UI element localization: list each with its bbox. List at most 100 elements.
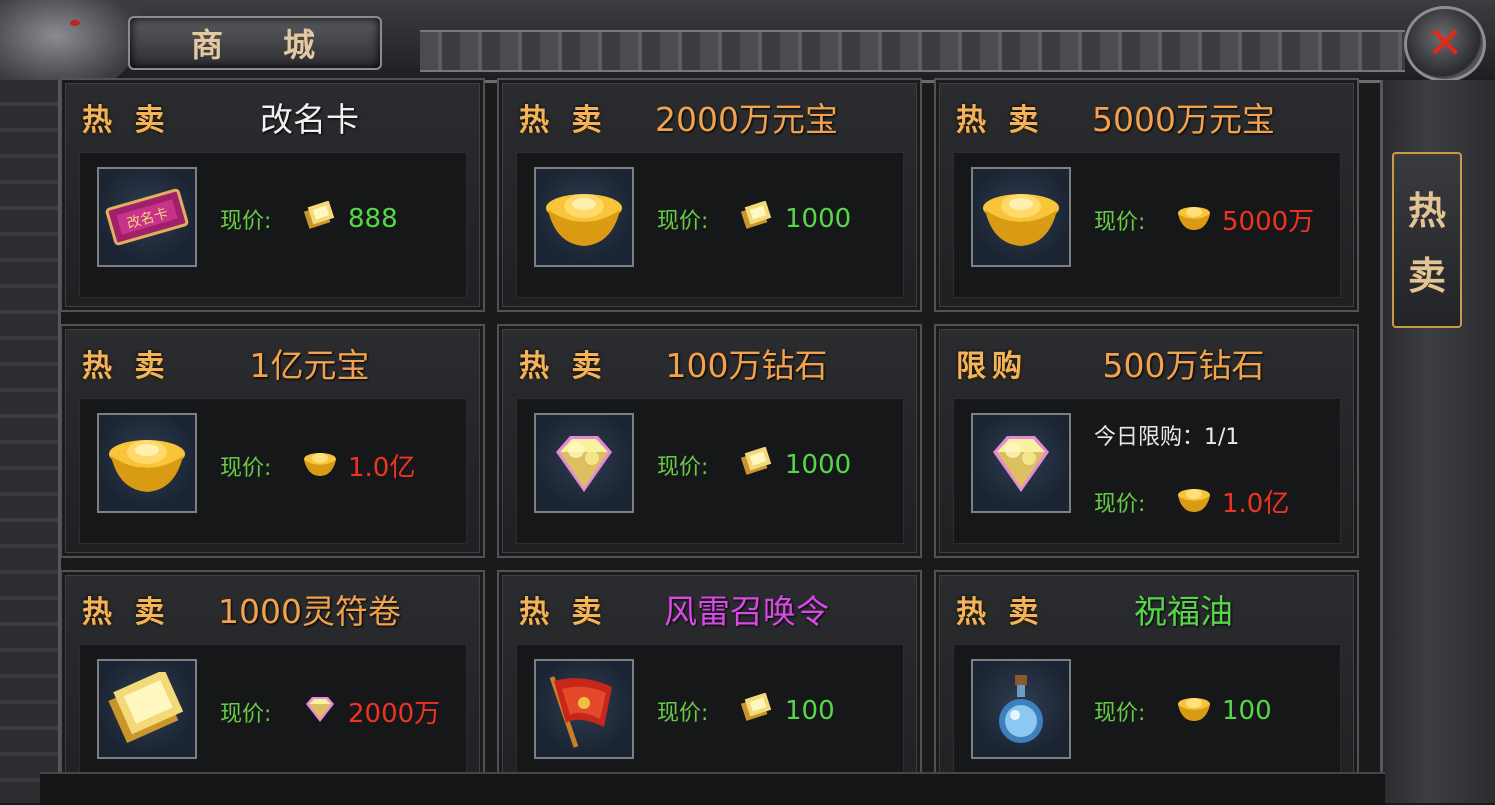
gold-ingot-icon[interactable] (97, 413, 197, 513)
window-title: 商 城 (128, 16, 382, 70)
item-tag: 热 卖 (519, 595, 608, 630)
tab-char-2: 卖 (1407, 253, 1446, 298)
ingot-currency-icon (302, 448, 338, 484)
item-header: 热 卖 2000万元宝 (519, 92, 904, 142)
item-header: 热 卖 5000万元宝 (956, 92, 1341, 142)
price-label: 现价: (220, 209, 272, 234)
shop-item-card[interactable]: 热 卖 1000灵符卷现价: 2000万 (60, 570, 485, 804)
item-name: 祝福油 (1134, 592, 1233, 631)
price-row: 现价: 1.0亿 (220, 447, 415, 484)
item-tag: 热 卖 (956, 595, 1045, 630)
shop-item-card[interactable]: 热 卖 祝福油现价: 100 (934, 570, 1359, 804)
item-body: 现价: 1000 (516, 398, 904, 544)
shop-item-card[interactable]: 限购 500万钻石今日限购：1/1 现价: 1.0亿 (934, 324, 1359, 558)
item-header: 热 卖 1000灵符卷 (82, 584, 467, 634)
item-tag: 热 卖 (519, 349, 608, 384)
summon-flag-icon[interactable] (534, 659, 634, 759)
price-value: 100 (785, 696, 835, 726)
item-name: 100万钻石 (665, 346, 828, 385)
shop-item-card[interactable]: 热 卖 2000万元宝现价: 1000 (497, 78, 922, 312)
price-row: 现价: 100 (657, 693, 835, 729)
close-button[interactable]: ✕ (1404, 6, 1486, 82)
item-name: 1000灵符卷 (218, 592, 401, 631)
price-value: 1000 (785, 450, 852, 480)
blessing-oil-icon[interactable] (971, 659, 1071, 759)
price-label: 现价: (657, 455, 709, 480)
price-label: 现价: (1094, 491, 1146, 517)
shop-item-card[interactable]: 热 卖 100万钻石现价: 1000 (497, 324, 922, 558)
item-header: 限购 500万钻石 (956, 338, 1341, 388)
price-value: 100 (1222, 696, 1272, 726)
item-tag: 热 卖 (82, 595, 171, 630)
item-header: 热 卖 100万钻石 (519, 338, 904, 388)
title-char-1: 商 (190, 26, 227, 64)
item-body: 改名卡 现价: 888 (79, 152, 467, 298)
gold-ingot-icon[interactable] (971, 167, 1071, 267)
ingot-currency-icon (1176, 484, 1212, 520)
item-tag: 热 卖 (82, 349, 171, 384)
ingot-currency-icon (1176, 693, 1212, 729)
chain-decoration (420, 30, 1405, 72)
price-label: 现价: (220, 701, 272, 727)
price-row: 现价: 1000 (657, 447, 851, 483)
price-label: 现价: (657, 209, 709, 234)
item-body: 现价: 1000 (516, 152, 904, 298)
price-row: 现价: 2000万 (220, 693, 440, 730)
item-tag: 热 卖 (82, 103, 171, 138)
item-header: 热 卖 风雷召唤令 (519, 584, 904, 634)
item-header: 热 卖 1亿元宝 (82, 338, 467, 388)
item-body: 现价: 100 (516, 644, 904, 790)
item-tag: 热 卖 (519, 103, 608, 138)
item-body: 现价: 1.0亿 (79, 398, 467, 544)
shop-item-card[interactable]: 热 卖 5000万元宝现价: 5000万 (934, 78, 1359, 312)
price-row: 现价: 100 (1094, 693, 1272, 729)
shop-item-card[interactable]: 热 卖 风雷召唤令现价: 100 (497, 570, 922, 804)
diamond-icon[interactable] (534, 413, 634, 513)
price-value: 1000 (785, 204, 852, 234)
price-value: 1.0亿 (1222, 489, 1290, 519)
price-value: 888 (348, 204, 398, 234)
price-label: 现价: (220, 455, 272, 481)
shop-item-card[interactable]: 热 卖改名卡 改名卡 现价: 888 (60, 78, 485, 312)
item-tag: 限购 (956, 349, 1028, 384)
ticket-currency-icon (739, 447, 775, 483)
item-name: 5000万元宝 (1092, 100, 1275, 139)
left-rail-decoration (0, 80, 61, 803)
price-value: 1.0亿 (348, 453, 416, 483)
price-row: 现价: 5000万 (1094, 201, 1314, 238)
ticket-currency-icon (302, 201, 338, 237)
close-icon: ✕ (1426, 18, 1464, 69)
item-header: 热 卖 改名卡 (82, 92, 467, 142)
diamond-icon[interactable] (971, 413, 1071, 513)
gold-ingot-icon[interactable] (534, 167, 634, 267)
bottom-frame (40, 772, 1385, 805)
shop-item-card[interactable]: 热 卖 1亿元宝现价: 1.0亿 (60, 324, 485, 558)
ingot-currency-icon (1176, 202, 1212, 238)
price-row: 现价: 1.0亿 (1094, 483, 1289, 520)
item-name: 500万钻石 (1102, 346, 1265, 385)
item-tag: 热 卖 (956, 103, 1045, 138)
price-row: 现价: 888 (220, 201, 398, 237)
item-body: 今日限购：1/1 现价: 1.0亿 (953, 398, 1341, 544)
ticket-currency-icon (739, 693, 775, 729)
item-header: 热 卖 祝福油 (956, 584, 1341, 634)
diamond-currency-icon (302, 694, 338, 730)
item-body: 现价: 5000万 (953, 152, 1341, 298)
price-label: 现价: (657, 701, 709, 726)
item-name: 2000万元宝 (655, 100, 838, 139)
price-label: 现价: (1094, 209, 1146, 235)
item-name: 风雷召唤令 (664, 592, 829, 631)
daily-limit: 今日限购：1/1 (1094, 425, 1240, 450)
price-value: 5000万 (1222, 207, 1315, 237)
rename-card-icon[interactable]: 改名卡 (97, 167, 197, 267)
item-body: 现价: 100 (953, 644, 1341, 790)
price-value: 2000万 (348, 699, 441, 729)
title-char-2: 城 (283, 26, 320, 64)
ticket-currency-icon (739, 201, 775, 237)
item-name: 1亿元宝 (249, 346, 370, 385)
talisman-scroll-icon[interactable] (97, 659, 197, 759)
tab-hot-sale[interactable]: 热 卖 (1392, 152, 1462, 328)
item-name: 改名卡 (260, 100, 359, 139)
item-body: 现价: 2000万 (79, 644, 467, 790)
tab-char-1: 热 (1407, 188, 1446, 233)
